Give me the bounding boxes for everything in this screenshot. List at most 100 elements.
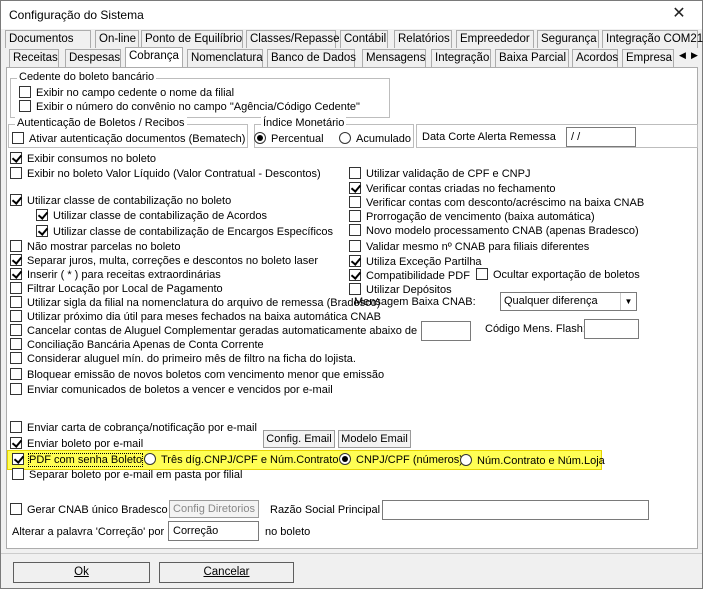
tres-dig-cnpj-radio[interactable]: Três díg.CNPJ/CPF e Núm.Contrato [144,453,338,467]
checkbox-label: Utilizar classe de contabilização de Aco… [53,210,268,222]
validar-cnab-filiais-checkbox[interactable]: Validar mesmo nº CNAB para filiais difer… [349,240,589,254]
checkbox-label: Novo modelo processamento CNAB (apenas B… [366,225,639,237]
ok-button[interactable]: Ok [13,562,150,583]
indice-legend: Índice Monetário [261,117,347,129]
cedente-nome-filial-checkbox[interactable]: Exibir no campo cedente o nome da filial [19,86,234,100]
excecao-partilha-checkbox[interactable]: Utiliza Exceção Partilha [349,255,482,269]
proximo-dia-util-checkbox[interactable]: Utilizar próximo dia útil para meses fec… [10,310,381,324]
data-corte-input[interactable]: / / [566,127,636,147]
cnpj-numeros-radio[interactable]: CNPJ/CPF (números) [339,453,463,467]
cancelar-aluguel-checkbox[interactable]: Cancelar contas de Aluguel Complementar … [10,324,434,338]
enviar-carta-checkbox[interactable]: Enviar carta de cobrança/notificação por… [10,421,257,435]
acumulado-radio[interactable]: Acumulado [339,132,411,146]
tab-ponto-equilibrio[interactable]: Ponto de Equilíbrio [141,30,243,48]
tab-banco-de-dados[interactable]: Banco de Dados [267,49,356,67]
valor-liquido-checkbox[interactable]: Exibir no boleto Valor Líquido (Valor Co… [10,167,321,181]
tab-scroll-left-icon[interactable]: ◀ [679,50,686,61]
checkbox-label: Utilizar validação de CPF e CNPJ [366,168,531,180]
filtrar-locacao-checkbox[interactable]: Filtrar Locação por Local de Pagamento [10,282,223,296]
tab-receitas[interactable]: Receitas [9,49,59,67]
novo-modelo-cnab-checkbox[interactable]: Novo modelo processamento CNAB (apenas B… [349,224,639,238]
tab-contabil[interactable]: Contábil [340,30,388,48]
correcao-input[interactable]: Correção [168,521,259,541]
checkbox-icon [10,194,22,206]
tab-on-line[interactable]: On-line [95,30,139,48]
checkbox-label: Não mostrar parcelas no boleto [27,241,181,253]
codigo-mens-input[interactable] [584,319,639,339]
checkbox-label: Compatibilidade PDF [366,270,470,282]
checkbox-label: Utilizar próximo dia útil para meses fec… [27,311,381,323]
enviar-comunicados-checkbox[interactable]: Enviar comunicados de boletos a vencer e… [10,383,333,397]
ocultar-exportacao-checkbox[interactable]: Ocultar exportação de boletos [476,268,640,282]
checkbox-icon [10,324,22,336]
validacao-cpf-cnpj-checkbox[interactable]: Utilizar validação de CPF e CNPJ [349,167,530,181]
checkbox-icon [10,152,22,164]
checkbox-icon [36,225,48,237]
enviar-boleto-email-checkbox[interactable]: Enviar boleto por e-mail [10,437,143,451]
title-bar: Configuração do Sistema ✕ [1,1,702,29]
window-title: Configuração do Sistema [9,8,144,22]
checkbox-icon [12,132,24,144]
tab-empreededor[interactable]: Empreededor [456,30,534,48]
tab-classes-repasse[interactable]: Classes/Repasse [246,30,339,48]
tab-scroll-right-icon[interactable]: ▶ [691,50,698,61]
inserir-asterisco-checkbox[interactable]: Inserir ( * ) para receitas extraordinár… [10,268,221,282]
separar-boleto-checkbox[interactable]: Separar boleto por e-mail em pasta por f… [12,468,242,482]
tab-empresa[interactable]: Empresa [622,49,674,67]
compatibilidade-pdf-checkbox[interactable]: Compatibilidade PDF [349,269,470,283]
correcao-label: Alterar a palavra 'Correção' por [12,526,165,538]
tab-cobranca[interactable]: Cobrança [125,47,183,67]
correcao-suffix: no boleto [265,526,311,538]
tab-integracao[interactable]: Integração [431,49,491,67]
classe-acordos-checkbox[interactable]: Utilizar classe de contabilização de Aco… [36,209,267,223]
tab-acordos[interactable]: Acordos [572,49,618,67]
checkbox-icon [10,282,22,294]
valor-minimo-input[interactable] [421,321,471,341]
config-diretorios-button[interactable]: Config Diretorios [169,500,259,518]
cancel-button[interactable]: Cancelar [159,562,294,583]
modelo-email-button[interactable]: Modelo Email [338,430,411,448]
nao-mostrar-parcelas-checkbox[interactable]: Não mostrar parcelas no boleto [10,240,180,254]
autenticacao-checkbox[interactable]: Ativar autenticação documentos (Bematech… [12,132,245,146]
checkbox-label: Ativar autenticação documentos (Bematech… [29,133,246,145]
mensagem-baixa-select[interactable]: Qualquer diferença ▼ [500,292,637,311]
tab-despesas[interactable]: Despesas [65,49,121,67]
conciliacao-checkbox[interactable]: Conciliação Bancária Apenas de Conta Cor… [10,338,264,352]
tab-relatorios[interactable]: Relatórios [394,30,452,48]
tab-seguranca[interactable]: Segurança [537,30,599,48]
sigla-filial-checkbox[interactable]: Utilizar sigla da filial na nomenclatura… [10,296,380,310]
checkbox-icon [349,182,361,194]
tab-nomenclatura[interactable]: Nomenclatura [187,49,263,67]
percentual-radio[interactable]: Percentual [254,132,324,146]
autenticacao-legend: Autenticação de Boletos / Recibos [15,117,187,129]
classe-contabilizacao-checkbox[interactable]: Utilizar classe de contabilização no bol… [10,194,231,208]
classe-encargos-checkbox[interactable]: Utilizar classe de contabilização de Enc… [36,225,333,239]
separar-juros-checkbox[interactable]: Separar juros, multa, correções e descon… [10,254,318,268]
pdf-senha-checkbox[interactable]: PDF com senha Boleto [12,453,144,467]
tab-documentos[interactable]: Documentos [5,30,91,48]
exibir-consumos-checkbox[interactable]: Exibir consumos no boleto [10,152,156,166]
checkbox-label: Filtrar Locação por Local de Pagamento [27,283,223,295]
bloquear-emissao-checkbox[interactable]: Bloquear emissão de novos boletos com ve… [10,368,384,382]
prorrogacao-vencimento-checkbox[interactable]: Prorrogação de vencimento (baixa automát… [349,210,595,224]
verificar-contas-fechamento-checkbox[interactable]: Verificar contas criadas no fechamento [349,182,556,196]
close-button[interactable]: ✕ [657,1,701,25]
utilizar-depositos-checkbox[interactable]: Utilizar Depósitos [349,283,452,297]
cedente-convenio-checkbox[interactable]: Exibir o número do convênio no campo "Ag… [19,100,360,114]
radio-label: Núm.Contrato e Núm.Loja [477,455,605,467]
gerar-cnab-unico-checkbox[interactable]: Gerar CNAB único Bradesco [10,503,168,517]
aluguel-minimo-checkbox[interactable]: Considerar aluguel mín. do primeiro mês … [10,352,356,366]
checkbox-label: Conciliação Bancária Apenas de Conta Cor… [27,339,264,351]
num-contrato-loja-radio[interactable]: Núm.Contrato e Núm.Loja [460,454,605,468]
tab-baixa-parcial[interactable]: Baixa Parcial [495,49,569,67]
checkbox-icon [12,468,24,480]
config-email-button[interactable]: Config. Email [263,430,335,448]
tab-mensagens[interactable]: Mensagens [362,49,426,67]
checkbox-icon [349,224,361,236]
verificar-desconto-checkbox[interactable]: Verificar contas com desconto/acréscimo … [349,196,644,210]
razao-social-input[interactable] [382,500,649,520]
checkbox-label: Verificar contas com desconto/acréscimo … [366,197,645,209]
tab-integracao-com21[interactable]: Integração COM21 [602,30,703,48]
checkbox-icon [36,209,48,221]
checkbox-label: Ocultar exportação de boletos [493,269,640,281]
